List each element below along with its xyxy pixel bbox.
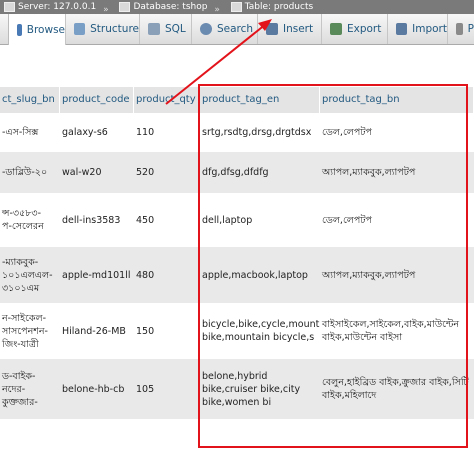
table-cell[interactable]: 150 (134, 303, 200, 359)
table-cell[interactable]: apple-md101ll (60, 247, 134, 303)
insert-icon (266, 23, 278, 35)
table-cell[interactable]: dfg,dfsg,dfdfg (200, 152, 320, 193)
privileges-icon (456, 23, 463, 35)
table-cell[interactable]: ন-সাইকেল- সাসপেনশন- জিং-যাত্রী (0, 303, 60, 359)
table-row[interactable]: ন্স-৩৫৮৩- প-সেলেরন dell-ins3583 450 dell,la… (0, 193, 474, 247)
table-icon (230, 2, 242, 12)
breadcrumb-server[interactable]: Server: 127.0.0.1 (4, 0, 96, 14)
table-cell[interactable]: -ম্যাকবুক- ১০১এলএল- ৩১০১এম (0, 247, 60, 303)
table-cell[interactable]: 450 (134, 193, 200, 247)
table-row[interactable]: ড-বাইক- নদের-কুক্তজার-belone-hb-cb 105 bel… (0, 359, 474, 419)
table-cell[interactable]: dell,laptop (200, 193, 320, 247)
column-header[interactable]: product_qty (134, 87, 200, 113)
search-icon (200, 23, 212, 35)
table-cell[interactable]: ডেল,লেপটপ (320, 113, 474, 152)
table-cell[interactable]: belone,hybrid bike,cruiser bike,city bik… (200, 359, 320, 419)
tab-export[interactable]: Export (322, 14, 388, 44)
breadcrumb-separator: » (214, 5, 220, 14)
export-icon (330, 23, 342, 35)
tab-sql[interactable]: SQL (140, 14, 192, 44)
table-header: ct_slug_bn product_code product_qty prod… (0, 87, 474, 114)
breadcrumb: Server: 127.0.0.1 » Database: tshop » Ta… (0, 0, 474, 14)
table-cell[interactable]: Hiland-26-MB (60, 303, 134, 359)
breadcrumb-separator: » (103, 5, 109, 14)
table-cell[interactable]: wal-w20 (60, 152, 134, 193)
table-cell[interactable]: বেলুন,হাইব্রিড বাইক,ক্রুজার বাইক,সিটি বা… (320, 359, 474, 419)
tab-privileges[interactable]: P (448, 14, 474, 44)
table-cell[interactable]: dell-ins3583 (60, 193, 134, 247)
table-cell[interactable]: বাইসাইকেল,সাইকেল,বাইক,মাউন্টেন বাইক,মাউন… (320, 303, 474, 359)
column-header[interactable]: ct_slug_bn (0, 87, 60, 113)
column-header[interactable]: product_code (60, 87, 134, 113)
table-cell[interactable]: srtg,rsdtg,drsg,drgtdsx (200, 113, 320, 152)
tab-insert[interactable]: Insert (258, 14, 322, 44)
tab-browse[interactable]: Browse (8, 14, 66, 45)
import-icon (396, 23, 408, 35)
table-cell[interactable]: 520 (134, 152, 200, 193)
table-icon (17, 23, 22, 36)
table-cell[interactable]: ড-বাইক- নদের-কুক্তজার- (0, 359, 60, 419)
table-row[interactable]: -ডাব্লিউ-২০ wal-w20 520 dfg,dfsg,dfdfg অ্যাপ… (0, 152, 474, 193)
table-row[interactable]: -ম্যাকবুক- ১০১এলএল- ৩১০১এম apple-md101ll 4… (0, 247, 474, 303)
table-cell[interactable]: অ্যাপল,ম্যাকবুক,ল্যাপটপ (320, 152, 474, 193)
tab-bar: Browse Structure SQL Search Insert Expor… (0, 14, 474, 45)
table-cell[interactable]: -ডাব্লিউ-২০ (0, 152, 60, 193)
table-row[interactable]: -এস-সিক্স galaxy-s6 110 srtg,rsdtg,drsg,drg… (0, 113, 474, 152)
table-cell[interactable]: -এস-সিক্স (0, 113, 60, 152)
table-cell[interactable]: ন্স-৩৫৮৩- প-সেলেরন (0, 193, 60, 247)
tab-import[interactable]: Import (388, 14, 448, 44)
table-cell[interactable]: অ্যাপল,ম্যাকবুক,ল্যাপটপ (320, 247, 474, 303)
column-header[interactable]: product_tag_en (200, 87, 320, 113)
sql-icon (148, 23, 160, 35)
tab-structure[interactable]: Structure (66, 14, 140, 44)
table-cell[interactable]: 105 (134, 359, 200, 419)
database-icon (119, 2, 131, 12)
breadcrumb-database[interactable]: Database: tshop (119, 0, 207, 14)
table-cell[interactable]: ডেল,লেপটপ (320, 193, 474, 247)
table-cell[interactable]: 110 (134, 113, 200, 152)
structure-icon (74, 23, 86, 35)
breadcrumb-table[interactable]: Table: products (230, 0, 313, 14)
table-cell[interactable]: bicycle,bike,cycle,mountain bike,mountai… (200, 303, 320, 359)
table-row[interactable]: ন-সাইকেল- সাসপেনশন- জিং-যাত্রী Hiland-26-… (0, 303, 474, 359)
table-cell[interactable]: apple,macbook,laptop (200, 247, 320, 303)
table-cell[interactable]: belone-hb-cb (60, 359, 134, 419)
column-header[interactable]: product_tag_bn (320, 87, 474, 113)
table-cell[interactable]: 480 (134, 247, 200, 303)
tab-search[interactable]: Search (192, 14, 258, 44)
table-cell[interactable]: galaxy-s6 (60, 113, 134, 152)
server-icon (4, 2, 15, 12)
